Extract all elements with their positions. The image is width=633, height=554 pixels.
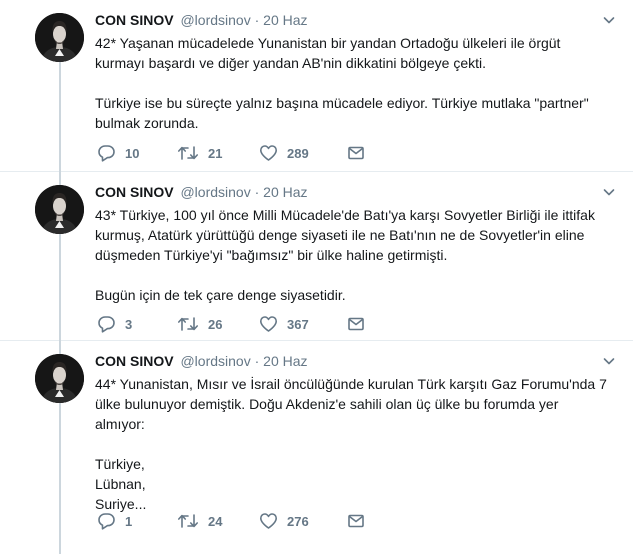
tweet-list-line: Türkiye, [95,456,145,472]
direct-message-button[interactable] [348,143,364,163]
like-button[interactable]: 289 [259,143,348,163]
timeline: CON SINOV @lordsinov · 20 Haz 42* Yaşana… [0,0,633,554]
user-handle[interactable]: @lordsinov [180,12,250,28]
retweet-icon [177,315,199,333]
tweet-paragraph: Bugün için de tek çare denge siyasetidir… [95,287,346,303]
chevron-down-icon[interactable] [603,13,615,25]
tweet-date[interactable]: 20 Haz [263,184,307,200]
like-count: 367 [287,316,309,332]
tweet-actions: 1 24 276 [97,511,364,531]
tweet[interactable]: CON SINOV @lordsinov · 20 Haz 44* Yunani… [0,341,633,554]
envelope-icon [348,514,364,528]
chevron-down-icon[interactable] [603,185,615,197]
tweet-header: CON SINOV @lordsinov · 20 Haz [95,352,308,370]
reply-icon [97,315,116,333]
tweet-paragraph: 43* Türkiye, 100 yıl önce Milli Mücadele… [95,207,595,263]
heart-icon [259,512,278,530]
envelope-icon [348,317,364,331]
reply-button[interactable]: 10 [97,143,177,163]
heart-icon [259,315,278,333]
avatar[interactable] [35,354,84,403]
thread-connector [59,172,61,185]
retweet-button[interactable]: 21 [177,143,259,163]
separator: · [254,353,260,369]
reply-count: 3 [125,316,133,332]
direct-message-button[interactable] [348,314,364,334]
user-handle[interactable]: @lordsinov [180,353,250,369]
separator: · [254,184,260,200]
tweet-actions: 10 21 289 [97,143,364,163]
tweet-paragraph: 44* Yunanistan, Mısır ve İsrail öncülüğü… [95,376,607,432]
thread-connector [59,62,61,172]
reply-count: 1 [125,513,133,529]
retweet-count: 26 [208,316,223,332]
thread-connector [59,234,61,341]
avatar[interactable] [35,185,84,234]
display-name[interactable]: CON SINOV [95,353,174,369]
tweet-date[interactable]: 20 Haz [263,353,307,369]
retweet-icon [177,144,199,162]
tweet[interactable]: CON SINOV @lordsinov · 20 Haz 42* Yaşana… [0,0,633,172]
heart-icon [259,144,278,162]
display-name[interactable]: CON SINOV [95,184,174,200]
tweet-paragraph: Türkiye ise bu süreçte yalnız başına müc… [95,95,589,131]
tweet-paragraph: 42* Yaşanan mücadelede Yunanistan bir ya… [95,35,561,71]
retweet-count: 24 [208,513,223,529]
tweet-text: 42* Yaşanan mücadelede Yunanistan bir ya… [95,33,610,133]
like-button[interactable]: 276 [259,511,348,531]
chevron-down-icon[interactable] [603,354,615,366]
direct-message-button[interactable] [348,511,364,531]
tweet-header: CON SINOV @lordsinov · 20 Haz [95,11,308,29]
tweet-header: CON SINOV @lordsinov · 20 Haz [95,183,308,201]
tweet-actions: 3 26 367 [97,314,364,334]
display-name[interactable]: CON SINOV [95,12,174,28]
tweet-text: 44* Yunanistan, Mısır ve İsrail öncülüğü… [95,374,610,514]
reply-icon [97,512,116,530]
envelope-icon [348,146,364,160]
reply-icon [97,144,116,162]
thread-connector [59,341,61,354]
retweet-icon [177,512,199,530]
avatar[interactable] [35,13,84,62]
user-handle[interactable]: @lordsinov [180,184,250,200]
tweet-date[interactable]: 20 Haz [263,12,307,28]
reply-button[interactable]: 3 [97,314,177,334]
tweet-list-line: Lübnan, [95,476,146,492]
like-count: 289 [287,145,309,161]
like-count: 276 [287,513,309,529]
retweet-button[interactable]: 26 [177,314,259,334]
like-button[interactable]: 367 [259,314,348,334]
tweet[interactable]: CON SINOV @lordsinov · 20 Haz 43* Türkiy… [0,172,633,341]
thread-connector [59,403,61,554]
reply-count: 10 [125,145,140,161]
reply-button[interactable]: 1 [97,511,177,531]
separator: · [254,12,260,28]
tweet-text: 43* Türkiye, 100 yıl önce Milli Mücadele… [95,205,610,305]
retweet-count: 21 [208,145,223,161]
retweet-button[interactable]: 24 [177,511,259,531]
